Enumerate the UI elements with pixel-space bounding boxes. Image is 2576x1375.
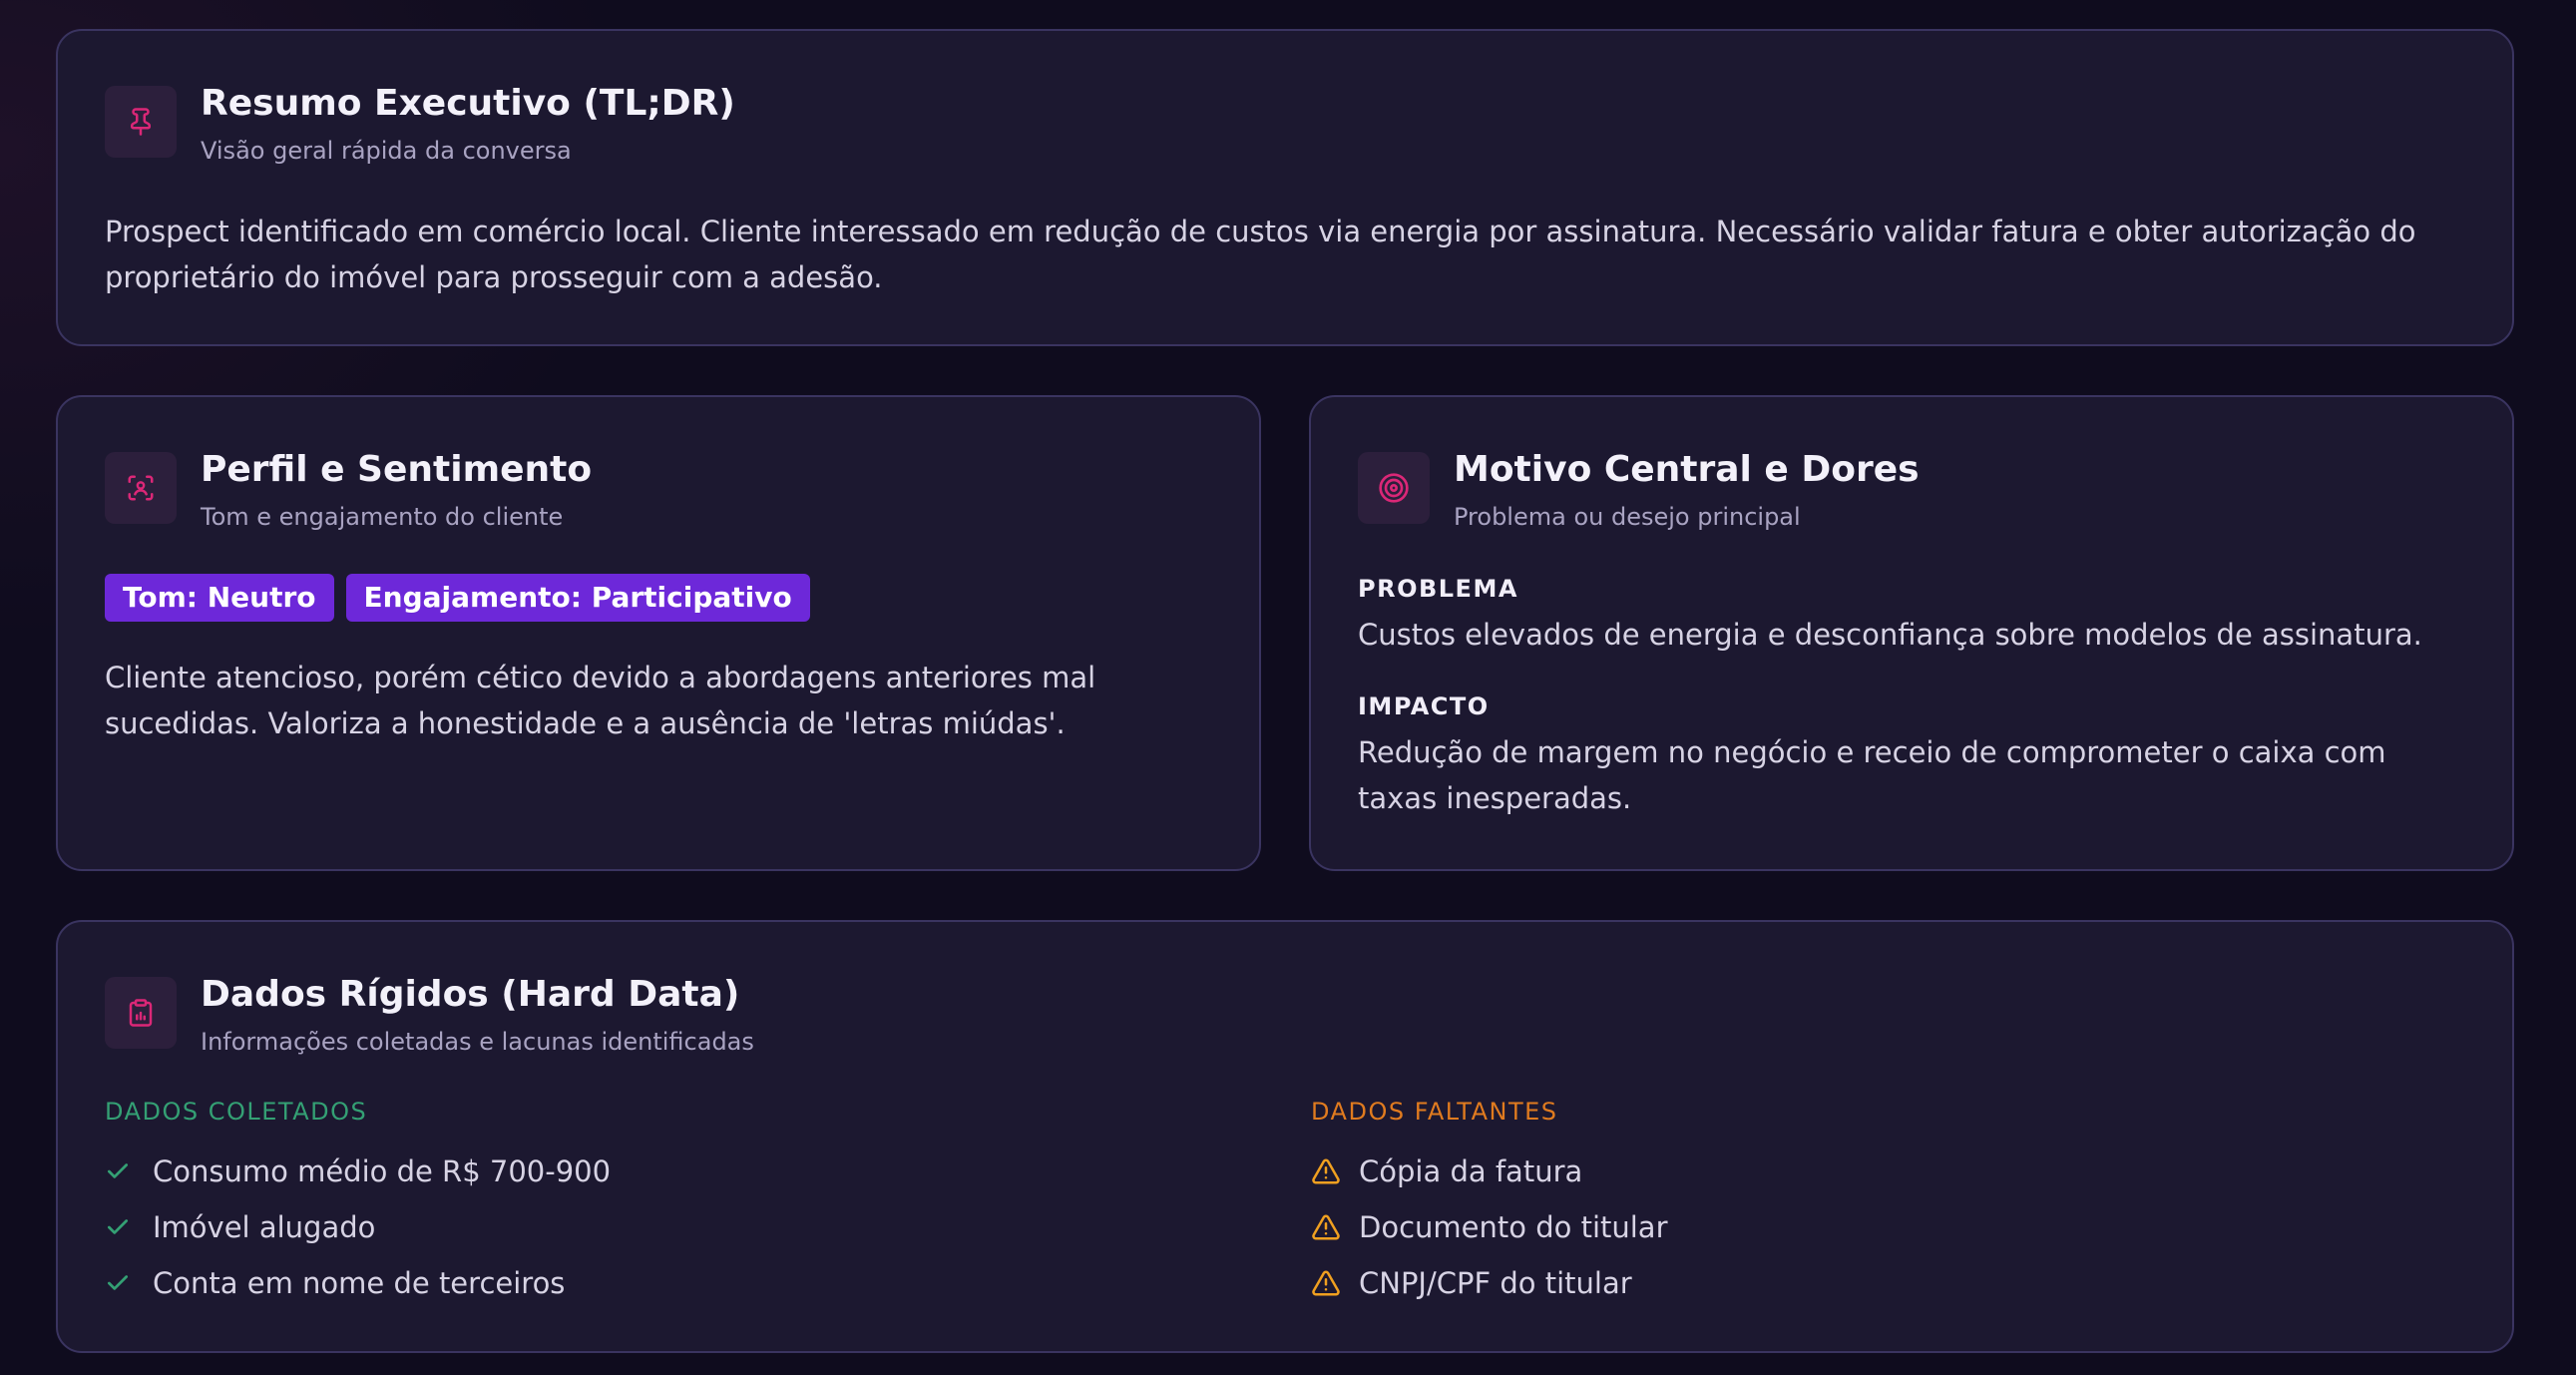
summary-text: Prospect identificado em comércio local.…	[105, 215, 2416, 294]
list-item: CNPJ/CPF do titular	[1311, 1263, 1632, 1303]
summary-card: Resumo Executivo (TL;DR) Visão geral ráp…	[56, 29, 2514, 346]
collected-label: DADOS COLETADOS	[105, 1098, 368, 1126]
warning-icon	[1311, 1212, 1343, 1242]
profile-text: Cliente atencioso, porém cético devido a…	[105, 661, 1096, 740]
check-icon	[105, 1158, 137, 1184]
list-item: Consumo médio de R$ 700-900	[105, 1151, 611, 1191]
motive-title: Motivo Central e Dores	[1454, 449, 1920, 490]
summary-title: Resumo Executivo (TL;DR)	[201, 83, 735, 124]
face-scan-icon	[105, 452, 177, 524]
profile-card: Perfil e Sentimento Tom e engajamento do…	[56, 395, 1261, 871]
missing-item: Cópia da fatura	[1359, 1154, 1583, 1188]
list-item: Cópia da fatura	[1311, 1151, 1582, 1191]
collected-item: Conta em nome de terceiros	[153, 1266, 566, 1300]
list-item: Documento do titular	[1311, 1207, 1668, 1247]
profile-title: Perfil e Sentimento	[201, 449, 593, 490]
missing-item: CNPJ/CPF do titular	[1359, 1266, 1632, 1300]
collected-item: Imóvel alugado	[153, 1210, 376, 1244]
profile-subtitle: Tom e engajamento do cliente	[201, 503, 564, 531]
missing-label: DADOS FALTANTES	[1311, 1098, 1558, 1126]
hard-data-title: Dados Rígidos (Hard Data)	[201, 974, 740, 1015]
check-icon	[105, 1270, 137, 1296]
hard-data-card: Dados Rígidos (Hard Data) Informações co…	[56, 920, 2514, 1353]
hard-data-subtitle: Informações coletadas e lacunas identifi…	[201, 1028, 754, 1056]
target-icon	[1358, 452, 1430, 524]
impact-label: IMPACTO	[1358, 692, 1490, 720]
warning-icon	[1311, 1268, 1343, 1298]
pin-icon	[105, 86, 177, 158]
list-item: Imóvel alugado	[105, 1207, 375, 1247]
problem-label: PROBLEMA	[1358, 575, 1518, 603]
missing-item: Documento do titular	[1359, 1210, 1668, 1244]
warning-icon	[1311, 1156, 1343, 1186]
check-icon	[105, 1214, 137, 1240]
tone-badge: Tom: Neutro	[105, 574, 334, 622]
motive-subtitle: Problema ou desejo principal	[1454, 503, 1801, 531]
motive-card: Motivo Central e Dores Problema ou desej…	[1309, 395, 2514, 871]
impact-text: Redução de margem no negócio e receio de…	[1358, 735, 2386, 815]
profile-badges: Tom: Neutro Engajamento: Participativo	[105, 574, 822, 622]
summary-subtitle: Visão geral rápida da conversa	[201, 137, 572, 165]
engagement-badge: Engajamento: Participativo	[345, 574, 810, 622]
collected-item: Consumo médio de R$ 700-900	[153, 1154, 612, 1188]
clipboard-chart-icon	[105, 977, 177, 1049]
list-item: Conta em nome de terceiros	[105, 1263, 565, 1303]
problem-text: Custos elevados de energia e desconfianç…	[1358, 618, 2422, 652]
